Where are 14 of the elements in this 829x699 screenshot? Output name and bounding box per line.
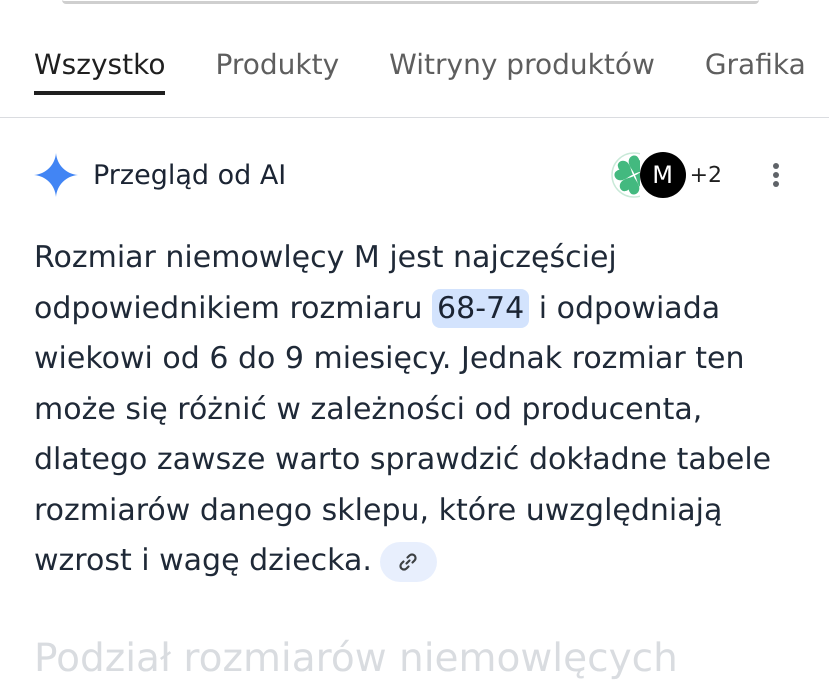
highlight-link[interactable]: 68-74 xyxy=(432,288,530,328)
link-icon xyxy=(398,552,418,572)
sparkle-icon xyxy=(34,153,78,197)
more-vert-icon xyxy=(773,163,779,187)
tab[interactable]: Wszystko xyxy=(34,48,166,95)
search-field[interactable] xyxy=(62,0,759,4)
overview-paragraph: Rozmiar niemowlęcy M jest najczęściej odpowiednikiem rozmiaru 68-74 i odpowiada wiekowi od 6 do 9 miesięcy. Jednak rozmiar ten może się różnić w zależności od producenta, dlatego zawsze warto sprawdzić dokładne tabele rozmiarów danego sklepu, które uwzględniają wzrost i wagę dziecka. xyxy=(34,233,786,586)
tab[interactable]: Witryny produktów xyxy=(389,48,655,95)
tab[interactable]: Grafika xyxy=(704,48,806,95)
source-link-button[interactable] xyxy=(380,542,437,582)
source-avatar[interactable]: M xyxy=(640,152,686,198)
overview-title: Przegląd od AI xyxy=(93,160,286,190)
tab[interactable]: Produkty xyxy=(215,48,340,95)
more-sources-count[interactable]: +2 xyxy=(690,162,722,188)
